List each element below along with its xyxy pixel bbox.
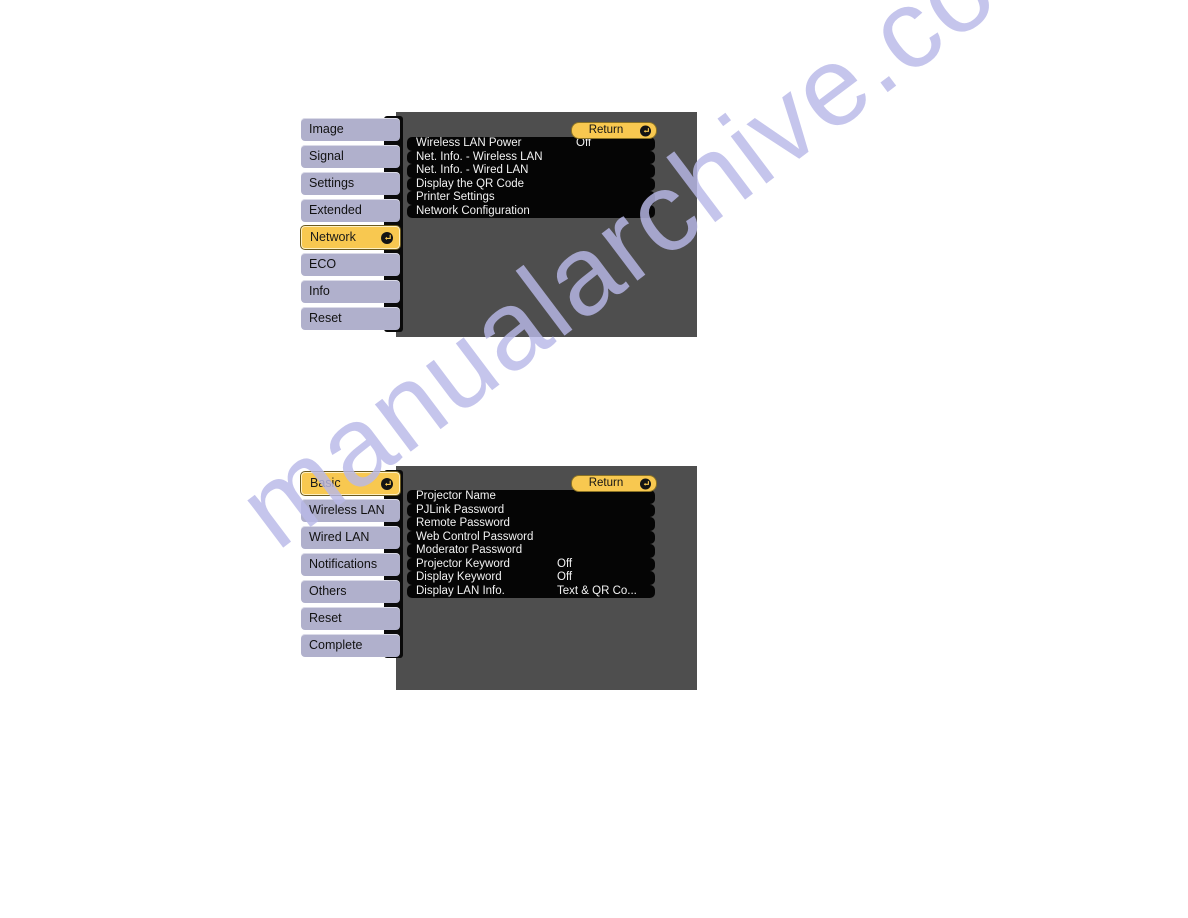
list-item[interactable]: Projector Name — [407, 490, 655, 504]
tab-label: Reset — [309, 611, 342, 626]
list-item[interactable]: Projector Keyword Off — [407, 557, 655, 571]
list-item-value: Off — [557, 557, 573, 570]
tab-label: Wired LAN — [309, 530, 370, 545]
osd-panel-network-configuration: Basic Wireless LAN Wired LAN Notificatio… — [0, 0, 1188, 918]
list-item-label: Projector Name — [416, 490, 496, 502]
tab-label: Wireless LAN — [309, 503, 385, 518]
tab-wired-lan[interactable]: Wired LAN — [301, 526, 400, 549]
list-item-label: Remote Password — [416, 517, 510, 529]
list-item-label: Display Keyword — [416, 571, 502, 583]
tab-others[interactable]: Others — [301, 580, 400, 603]
list-item[interactable]: Remote Password — [407, 517, 655, 531]
tab-label: Basic — [310, 476, 341, 491]
list-item-value: Text & QR Co... — [557, 584, 637, 597]
tab-label: Notifications — [309, 557, 378, 572]
tab-list: Basic Wireless LAN Wired LAN Notificatio… — [301, 472, 400, 661]
list-item-value: Off — [557, 571, 573, 583]
tab-complete[interactable]: Complete — [301, 634, 400, 657]
list-item[interactable]: Moderator Password — [407, 544, 655, 558]
return-label: Return — [588, 476, 624, 489]
list-item-label: Moderator Password — [416, 544, 523, 556]
tab-label: Complete — [309, 638, 363, 653]
enter-icon — [381, 477, 393, 490]
list-item-label: Projector Keyword — [416, 557, 510, 570]
tab-notifications[interactable]: Notifications — [301, 553, 400, 576]
list-item-label: PJLink Password — [416, 503, 505, 516]
list-item[interactable]: Display Keyword Off — [407, 571, 655, 585]
enter-icon — [640, 478, 651, 489]
list-item[interactable]: Web Control Password — [407, 530, 655, 544]
return-button[interactable]: Return — [572, 476, 656, 491]
menu-item-list: Projector Name PJLink Password Remote Pa… — [407, 490, 655, 598]
list-item[interactable]: Display LAN Info. Text & QR Co... — [407, 584, 655, 598]
tab-label: Others — [309, 584, 347, 599]
tab-basic[interactable]: Basic — [301, 472, 400, 495]
tab-wireless-lan[interactable]: Wireless LAN — [301, 499, 400, 522]
list-item-label: Display LAN Info. — [416, 584, 505, 597]
list-item[interactable]: PJLink Password — [407, 503, 655, 517]
tab-reset[interactable]: Reset — [301, 607, 400, 630]
list-item-label: Web Control Password — [416, 530, 534, 543]
